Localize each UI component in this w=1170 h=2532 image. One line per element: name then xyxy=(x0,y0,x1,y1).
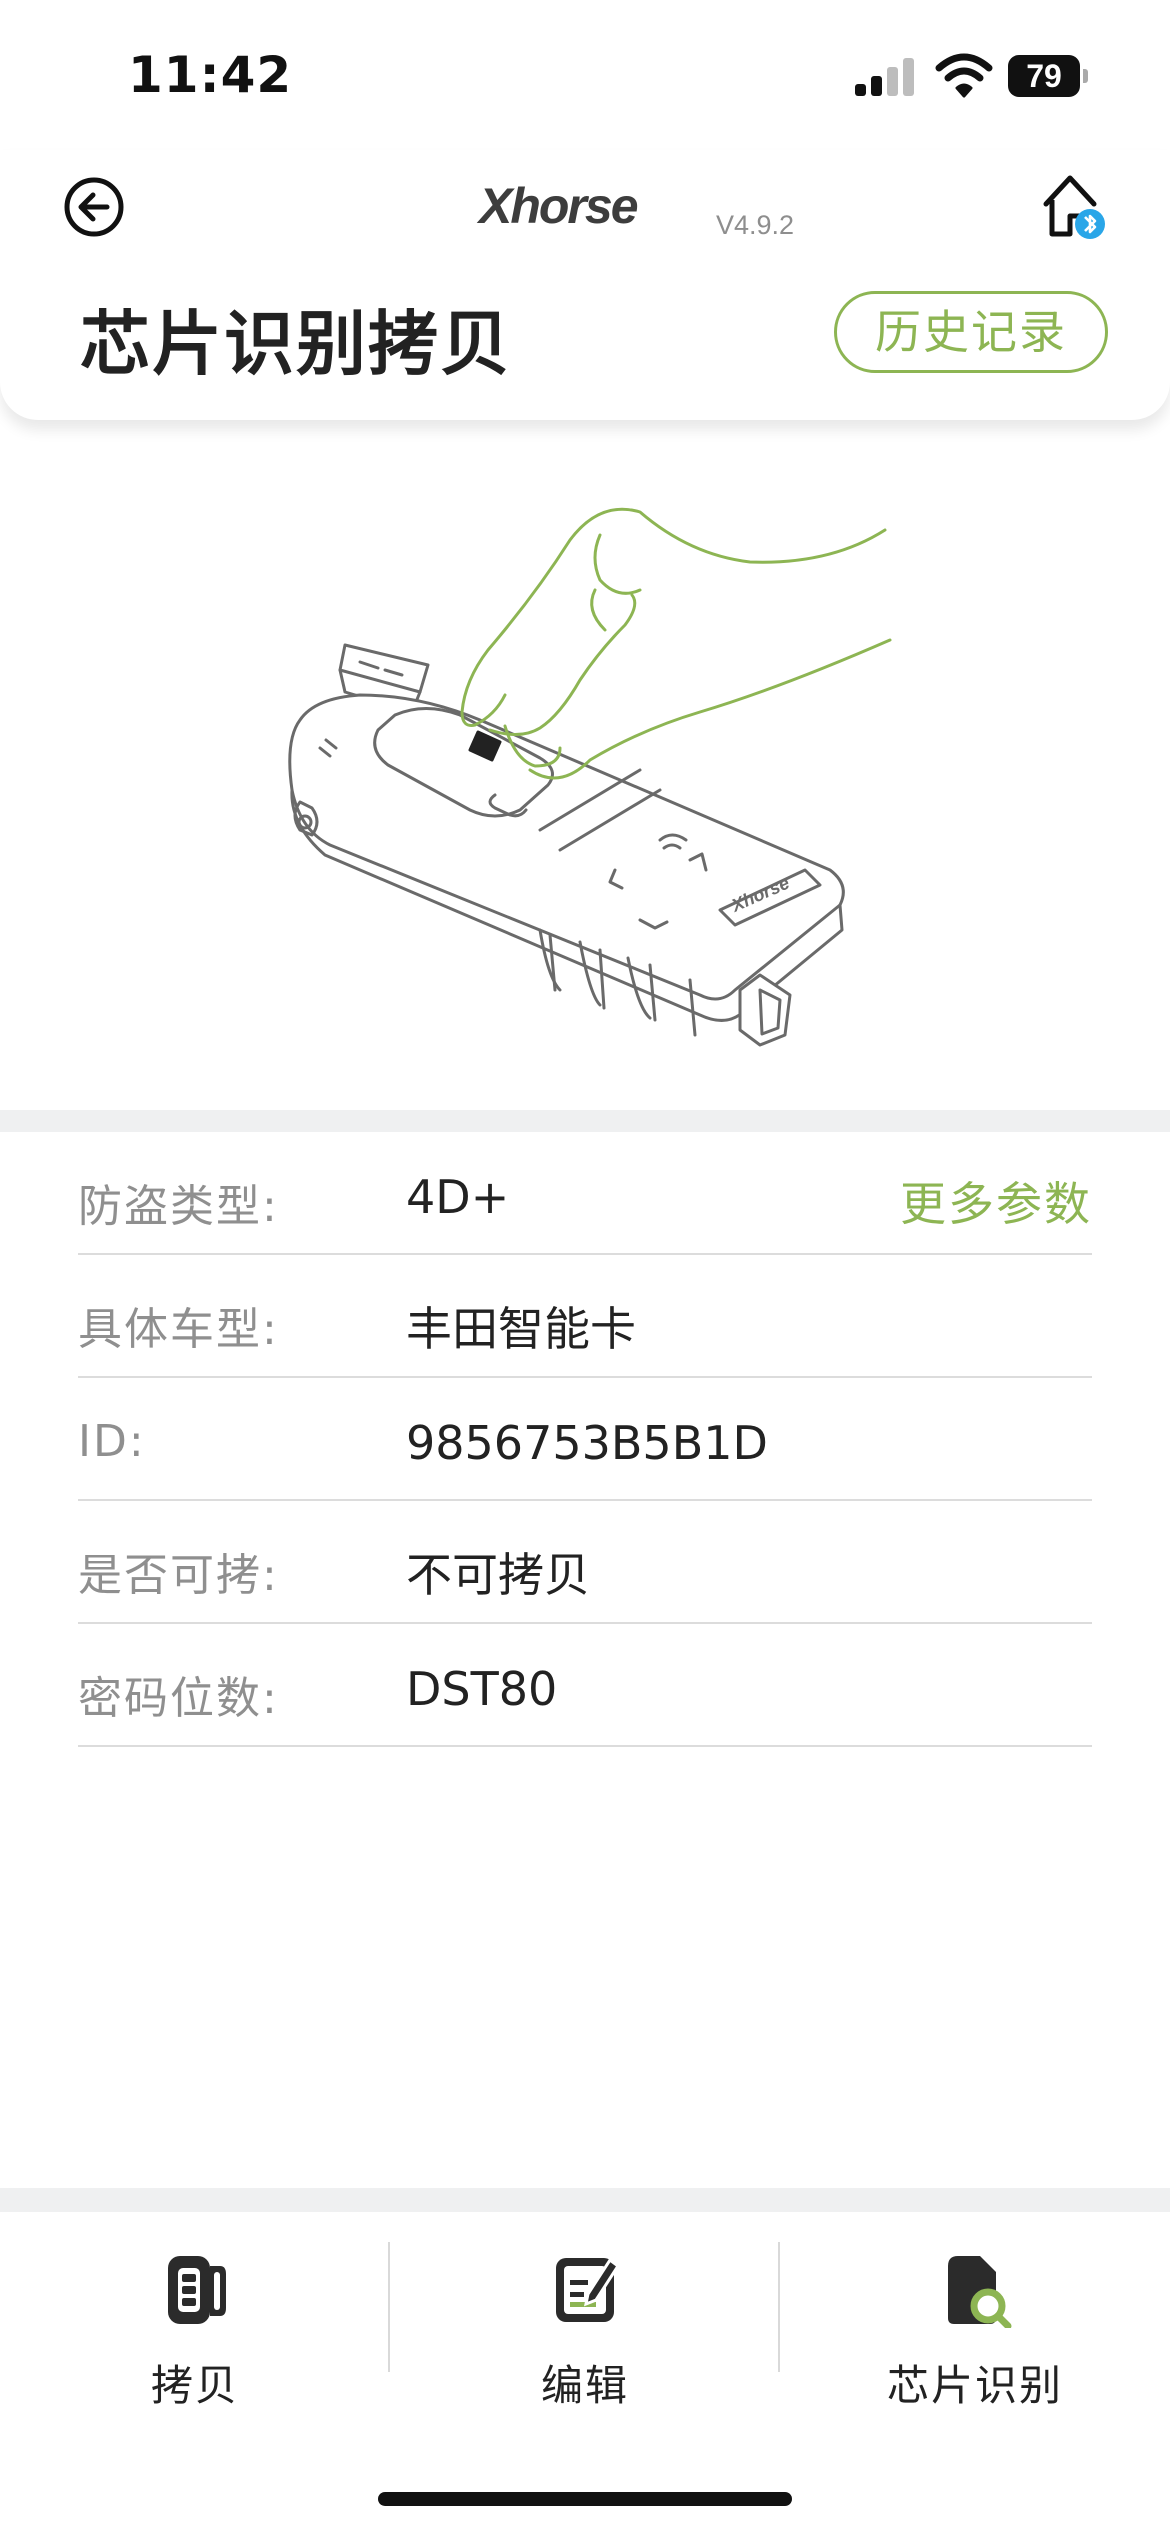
nav-separator xyxy=(0,2188,1170,2212)
edit-document-icon xyxy=(556,2257,621,2322)
nav-label: 编辑 xyxy=(540,2361,629,2410)
info-label: 密码位数: xyxy=(78,1673,279,1724)
chip-info-list: 防盗类型: 4D+ 更多参数 具体车型: 丰田智能卡 ID: 9856753B5… xyxy=(78,1132,1092,1747)
cellular-signal-icon xyxy=(855,58,915,96)
info-label: 防盗类型: xyxy=(78,1181,279,1232)
info-row-password-bits: 密码位数: DST80 xyxy=(78,1624,1092,1747)
info-row-immobilizer-type: 防盗类型: 4D+ 更多参数 xyxy=(78,1132,1092,1255)
section-separator xyxy=(0,1110,1170,1132)
nav-item-edit[interactable]: 编辑 xyxy=(390,2212,780,2412)
nav-item-copy[interactable]: 拷贝 xyxy=(0,2212,390,2412)
info-row-vehicle-model: 具体车型: 丰田智能卡 xyxy=(78,1255,1092,1378)
header: Xhorse V4.9.2 芯片识别拷贝 历史记录 xyxy=(0,150,1170,420)
more-params-link[interactable]: 更多参数 xyxy=(900,1168,1092,1234)
info-value: 4D+ xyxy=(406,1170,510,1224)
info-value: 不可拷贝 xyxy=(406,1548,590,1602)
info-label: ID: xyxy=(78,1416,146,1467)
status-time: 11:42 xyxy=(128,46,293,104)
page-title: 芯片识别拷贝 xyxy=(80,303,512,385)
info-value: 丰田智能卡 xyxy=(406,1302,636,1356)
xhorse-logo: Xhorse xyxy=(476,178,640,234)
nav-label: 拷贝 xyxy=(150,2361,239,2410)
back-button[interactable] xyxy=(62,175,126,239)
chip-search-icon xyxy=(948,2256,1012,2328)
history-button[interactable]: 历史记录 xyxy=(834,291,1108,373)
bottom-nav: 拷贝 编辑 芯片识别 xyxy=(0,2212,1170,2532)
info-row-copyable: 是否可拷: 不可拷贝 xyxy=(78,1501,1092,1624)
status-bar: 11:42 79 xyxy=(0,0,1170,150)
nav-item-chip-identify[interactable]: 芯片识别 xyxy=(780,2212,1170,2412)
home-bluetooth-button[interactable] xyxy=(1040,170,1108,242)
info-label: 具体车型: xyxy=(78,1304,279,1355)
battery-icon: 79 xyxy=(1008,55,1088,97)
device-illustration: Xhorse xyxy=(288,507,892,1047)
home-indicator[interactable] xyxy=(378,2492,792,2506)
svg-text:Xhorse: Xhorse xyxy=(476,178,638,234)
wifi-icon xyxy=(935,53,993,98)
key-fob-icon xyxy=(168,2256,226,2324)
info-value: DST80 xyxy=(406,1662,558,1716)
info-label: 是否可拷: xyxy=(78,1550,279,1601)
info-value: 9856753B5B1D xyxy=(406,1416,768,1470)
app-version: V4.9.2 xyxy=(716,210,795,240)
nav-label: 芯片识别 xyxy=(886,2361,1063,2410)
info-row-id: ID: 9856753B5B1D xyxy=(78,1378,1092,1501)
battery-level: 79 xyxy=(1008,55,1080,97)
